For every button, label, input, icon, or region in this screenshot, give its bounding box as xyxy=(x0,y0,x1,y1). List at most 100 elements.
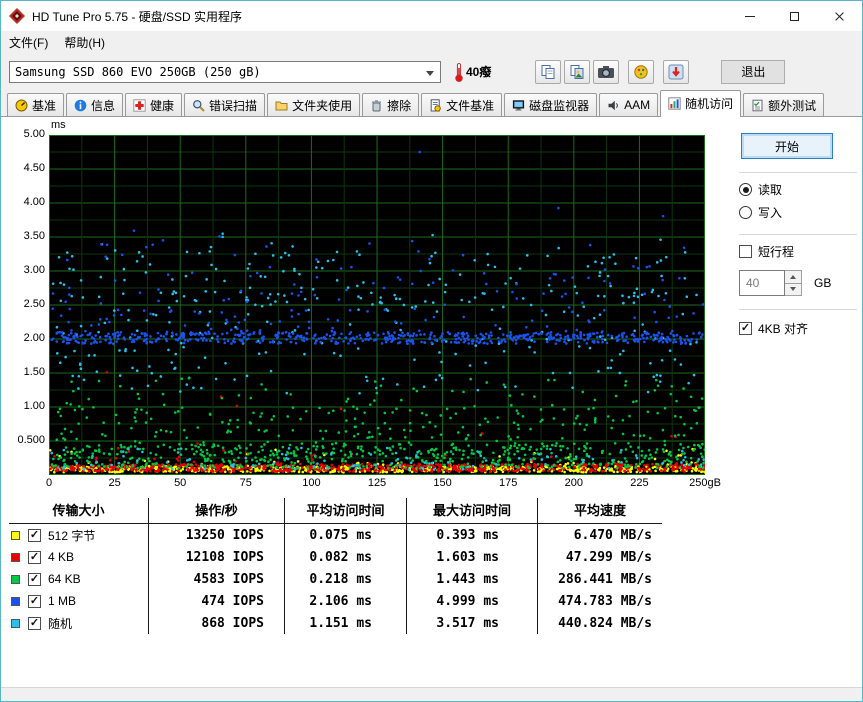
tab-label: 基准 xyxy=(32,98,57,113)
x-tick-label: 25 xyxy=(108,477,121,489)
tab-health[interactable]: 健康 xyxy=(125,93,183,116)
row-checkbox[interactable] xyxy=(28,572,41,586)
stepper-down-icon[interactable] xyxy=(785,283,801,295)
y-tick-label: 5.00 xyxy=(23,128,45,140)
write-radio[interactable]: 写入 xyxy=(739,204,859,221)
erase-icon xyxy=(370,99,383,112)
y-tick-label: 1.00 xyxy=(23,400,45,412)
avg-time-value: 0.218 ms xyxy=(285,568,407,590)
x-tick-label: 0 xyxy=(45,477,53,489)
stepper-up-icon[interactable] xyxy=(785,271,801,284)
iops-value: 13250 IOPS xyxy=(149,524,285,546)
row-checkbox[interactable] xyxy=(28,528,41,542)
copy-icon xyxy=(541,64,555,79)
align-checkbox[interactable]: 4KB 对齐 xyxy=(739,320,859,337)
scatter-plot xyxy=(49,135,705,475)
tab-erase[interactable]: 擦除 xyxy=(362,93,420,116)
legend-swatch xyxy=(11,552,20,562)
update-check-button[interactable] xyxy=(663,59,690,84)
transfer-size-label: 4 KB xyxy=(48,550,75,564)
app-window: HD Tune Pro 5.75 - 硬盘/SSD 实用程序 文件(F) 帮助(… xyxy=(0,0,863,702)
x-tick-label: 75 xyxy=(239,477,252,489)
table-row-legend: 随机 xyxy=(9,612,149,634)
tab-extra-tests[interactable]: 额外测试 xyxy=(743,93,825,116)
y-axis-unit: ms xyxy=(51,119,66,131)
iops-value: 12108 IOPS xyxy=(149,546,285,568)
tab-file-benchmark[interactable]: 文件基准 xyxy=(421,93,503,116)
short-stroke-checkbox[interactable]: 短行程 xyxy=(739,243,859,260)
short-stroke-label: 短行程 xyxy=(758,245,795,259)
avg-time-value: 0.082 ms xyxy=(285,546,407,568)
capacity-row: 40 GB xyxy=(739,270,859,296)
download-arrow-icon xyxy=(668,64,684,79)
capacity-stepper[interactable] xyxy=(785,270,802,296)
copy-text-button[interactable] xyxy=(535,59,562,84)
max-time-value: 4.999 ms xyxy=(407,590,538,612)
radio-icon xyxy=(739,206,752,219)
x-tick-label: 125 xyxy=(367,477,387,489)
window-title: HD Tune Pro 5.75 - 硬盘/SSD 实用程序 xyxy=(32,9,243,24)
minimize-icon xyxy=(744,15,755,17)
menu-file[interactable]: 文件(F) xyxy=(1,31,56,54)
exit-button[interactable]: 退出 xyxy=(721,59,786,84)
y-tick-label: 2.50 xyxy=(23,298,45,310)
maximize-button[interactable] xyxy=(772,1,817,31)
y-tick-label: 3.00 xyxy=(23,264,45,276)
tab-disk-monitor[interactable]: 磁盘监视器 xyxy=(504,93,598,116)
x-tick-label: 250gB xyxy=(689,477,721,489)
row-checkbox[interactable] xyxy=(28,550,41,564)
extra-tests-icon xyxy=(751,99,764,112)
separator xyxy=(739,172,857,173)
table-header: 最大访问时间 xyxy=(407,498,538,524)
tab-label: 信息 xyxy=(91,98,116,113)
drive-selector-value: Samsung SSD 860 EVO 250GB (250 gB) xyxy=(15,64,261,79)
row-checkbox[interactable] xyxy=(28,616,41,630)
start-button[interactable]: 开始 xyxy=(741,133,833,159)
close-button[interactable] xyxy=(817,1,862,31)
close-icon xyxy=(834,11,845,22)
speed-value: 286.441 MB/s xyxy=(558,571,652,587)
table-row-legend: 64 KB xyxy=(9,568,149,590)
tab-random-access[interactable]: 随机访问 xyxy=(660,90,742,117)
table-header: 操作/秒 xyxy=(149,498,285,524)
title-bar: HD Tune Pro 5.75 - 硬盘/SSD 实用程序 xyxy=(1,1,862,31)
iops-value: 4583 IOPS xyxy=(149,568,285,590)
row-checkbox[interactable] xyxy=(28,594,41,608)
table-header: 平均速度 xyxy=(538,498,662,524)
avg-time-value: 2.106 ms xyxy=(285,590,407,612)
app-icon xyxy=(8,7,26,25)
copy-image-button[interactable] xyxy=(564,59,591,84)
tab-info[interactable]: 信息 xyxy=(66,93,124,116)
x-tick-label: 100 xyxy=(302,477,321,489)
max-time-value: 1.603 ms xyxy=(407,546,538,568)
read-radio-label: 读取 xyxy=(758,183,783,197)
tab-label: 随机访问 xyxy=(685,97,734,111)
screenshot-button[interactable] xyxy=(593,59,620,84)
table-header: 平均访问时间 xyxy=(285,498,407,524)
tab-label: 健康 xyxy=(150,98,175,113)
minimize-button[interactable] xyxy=(727,1,772,31)
transfer-size-label: 1 MB xyxy=(48,594,77,608)
speed-value: 440.824 MB/s xyxy=(558,615,652,631)
read-radio[interactable]: 读取 xyxy=(739,181,859,198)
capacity-value: 40 xyxy=(746,276,760,290)
tab-error-scan[interactable]: 错误扫描 xyxy=(184,93,266,116)
x-tick-label: 50 xyxy=(174,477,187,489)
transfer-size-label: 随机 xyxy=(48,616,73,631)
x-tick-label: 200 xyxy=(564,477,583,489)
capacity-input[interactable]: 40 xyxy=(739,270,785,296)
tab-label: 文件基准 xyxy=(446,98,495,113)
menu-help[interactable]: 帮助(H) xyxy=(56,31,113,54)
legend-swatch xyxy=(11,574,20,584)
iops-value: 868 IOPS xyxy=(149,612,285,634)
tab-folder-usage[interactable]: 文件夹使用 xyxy=(267,93,361,116)
legend-swatch xyxy=(11,530,20,540)
speed-value: 47.299 MB/s xyxy=(565,549,652,565)
tab-benchmark[interactable]: 基准 xyxy=(7,93,65,116)
legend-swatch xyxy=(11,618,20,628)
tab-label: 文件夹使用 xyxy=(292,98,353,113)
drive-selector[interactable]: Samsung SSD 860 EVO 250GB (250 gB) xyxy=(9,60,441,83)
chevron-down-icon xyxy=(426,70,434,76)
options-button[interactable] xyxy=(628,59,655,84)
tab-aam[interactable]: AAM xyxy=(599,93,659,116)
